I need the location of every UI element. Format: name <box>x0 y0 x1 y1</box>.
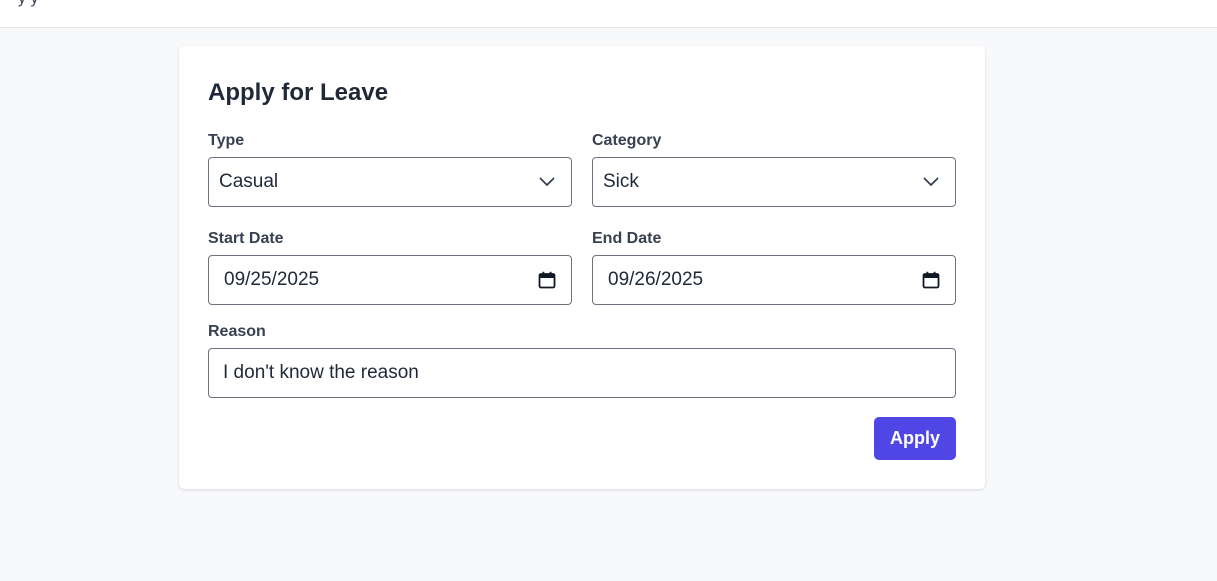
type-value: Casual <box>219 171 279 192</box>
navbar-partial-text: y y <box>18 0 38 8</box>
reason-input[interactable]: I don't know the reason <box>208 348 956 398</box>
apply-button[interactable]: Apply <box>874 417 956 460</box>
type-label: Type <box>208 132 245 149</box>
start-date-value: 09/25/2025 <box>224 269 320 290</box>
leave-form-card: Apply for Leave Type Casual Category Sic… <box>179 46 985 489</box>
top-navbar: y y <box>0 0 1217 28</box>
chevron-down-icon <box>535 170 559 194</box>
category-value: Sick <box>603 171 639 192</box>
reason-label: Reason <box>208 323 266 340</box>
reason-value: I don't know the reason <box>223 362 419 383</box>
end-date-input[interactable]: 09/26/2025 <box>592 255 956 305</box>
form-title: Apply for Leave <box>208 79 389 106</box>
start-date-label: Start Date <box>208 230 284 247</box>
chevron-down-icon <box>919 170 943 194</box>
start-date-input[interactable]: 09/25/2025 <box>208 255 572 305</box>
category-label: Category <box>592 132 662 149</box>
calendar-icon[interactable] <box>919 268 943 292</box>
end-date-label: End Date <box>592 230 662 247</box>
calendar-icon[interactable] <box>535 268 559 292</box>
category-select[interactable]: Sick <box>592 157 956 207</box>
type-select[interactable]: Casual <box>208 157 572 207</box>
end-date-value: 09/26/2025 <box>608 269 704 290</box>
